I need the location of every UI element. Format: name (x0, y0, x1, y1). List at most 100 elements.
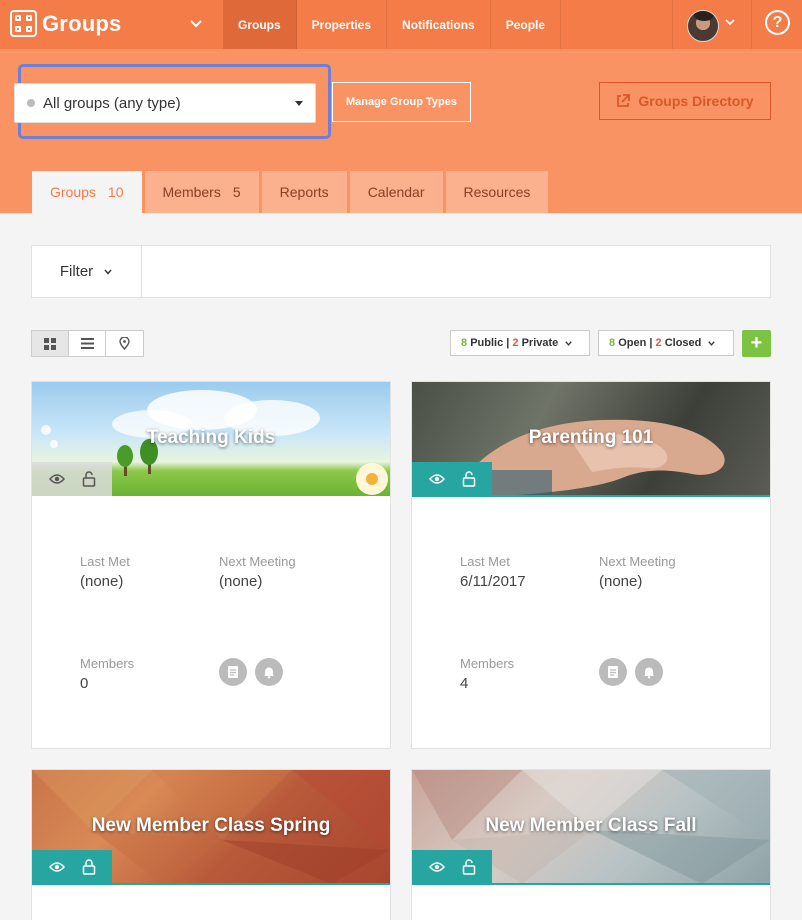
tab-label: Reports (279, 184, 329, 200)
unlock-icon (462, 859, 475, 875)
members-label: Members (460, 656, 515, 671)
list-icon (80, 338, 94, 349)
next-meeting-label: Next Meeting (599, 554, 676, 569)
chevron-down-icon (708, 340, 716, 346)
section-tabs: Groups 10 Members 5 Reports Calendar Res… (32, 171, 549, 213)
caret-down-icon (295, 101, 303, 106)
group-cover-image: New Member Class Fall (412, 770, 770, 884)
group-cover-image: Teaching Kids (32, 382, 390, 496)
tab-label: Groups (50, 184, 96, 200)
view-toggle (31, 330, 144, 357)
nav-notifications[interactable]: Notifications (387, 0, 491, 49)
eye-icon (48, 862, 65, 872)
members-label: Members (80, 656, 135, 671)
manage-group-types-button[interactable]: Manage Group Types (332, 82, 471, 122)
grid-view-button[interactable] (32, 331, 69, 356)
filter-label: Filter (59, 263, 94, 280)
notes-icon[interactable] (219, 658, 247, 686)
tab-members[interactable]: Members 5 (144, 171, 259, 213)
eye-icon (48, 474, 65, 484)
group-card-new-member-class-fall[interactable]: New Member Class Fall (411, 769, 771, 920)
closed-count: 2 (655, 337, 662, 349)
nav-properties[interactable]: Properties (297, 0, 388, 49)
groups-directory-button[interactable]: Groups Directory (599, 82, 771, 120)
members-value: 0 (80, 675, 89, 692)
group-type-select-value: All groups (any type) (43, 94, 181, 112)
nav-divider (751, 0, 752, 49)
bell-icon[interactable] (635, 658, 663, 686)
chevron-down-icon (104, 269, 112, 275)
last-met-value: (none) (80, 573, 124, 590)
group-title: Teaching Kids (146, 427, 276, 448)
group-badges (32, 850, 112, 884)
last-met-value: 6/11/2017 (460, 573, 526, 590)
top-navbar: Groups Groups Properties Notifications P… (0, 0, 802, 49)
eye-icon (428, 862, 445, 872)
nav-groups[interactable]: Groups (223, 0, 297, 49)
user-avatar[interactable] (687, 10, 719, 42)
eye-icon (428, 474, 445, 484)
open-label: Open (618, 337, 647, 349)
public-label: Public (470, 337, 504, 349)
members-value: 4 (460, 675, 469, 692)
card-accent-line (412, 883, 770, 885)
map-view-button[interactable] (106, 331, 143, 356)
tab-label: Members (162, 184, 221, 200)
app-logo[interactable]: Groups (10, 10, 121, 37)
private-count: 2 (512, 337, 519, 349)
group-type-select[interactable]: All groups (any type) (14, 83, 316, 123)
filter-input[interactable] (142, 246, 770, 297)
main-nav: Groups Properties Notifications People (223, 0, 562, 49)
chevron-down-icon (565, 340, 572, 346)
group-card-teaching-kids[interactable]: Teaching Kids Last Met (none) Next Meeti… (31, 381, 391, 749)
nav-people[interactable]: People (491, 0, 562, 49)
help-icon[interactable]: ? (765, 10, 790, 35)
public-count: 8 (461, 337, 468, 349)
group-badges (412, 462, 492, 496)
group-cover-image: Parenting 101 (412, 382, 770, 496)
openness-filter-dropdown[interactable]: 8 Open | 2 Closed (598, 330, 734, 356)
nav-divider (672, 0, 673, 49)
tab-groups[interactable]: Groups 10 (32, 171, 142, 213)
app-title: Groups (42, 10, 122, 36)
next-meeting-value: (none) (599, 573, 643, 590)
closed-label: Closed (664, 337, 702, 349)
tab-label: Calendar (367, 184, 425, 200)
last-met-label: Last Met (460, 554, 510, 569)
tab-calendar[interactable]: Calendar (349, 171, 443, 213)
card-accent-line (412, 495, 770, 497)
grid-icon (44, 337, 56, 350)
next-meeting-value: (none) (219, 573, 263, 590)
group-badges (32, 462, 112, 496)
app-switcher-chevron-icon[interactable] (189, 17, 203, 31)
unlock-icon (82, 471, 95, 487)
group-title: New Member Class Fall (485, 815, 697, 836)
lock-icon (82, 859, 95, 875)
tab-label: Resources (463, 184, 531, 200)
tab-resources[interactable]: Resources (445, 171, 549, 213)
filter-bar: Filter (31, 245, 771, 298)
group-title: New Member Class Spring (91, 815, 331, 836)
groups-logo-icon (10, 10, 37, 37)
bell-icon[interactable] (255, 658, 283, 686)
group-card-new-member-class-spring[interactable]: New Member Class Spring (31, 769, 391, 920)
tab-count: 10 (107, 184, 124, 200)
group-card-parenting-101[interactable]: Parenting 101 Last Met 6/11/2017 Next Me… (411, 381, 771, 749)
card-accent-line (32, 883, 390, 885)
list-view-button[interactable] (69, 331, 106, 356)
map-pin-icon (119, 337, 130, 350)
tab-count: 5 (232, 184, 241, 200)
last-met-label: Last Met (80, 554, 130, 569)
user-menu-chevron-icon[interactable] (724, 16, 736, 28)
open-count: 8 (609, 337, 616, 349)
filter-dropdown-button[interactable]: Filter (32, 246, 142, 297)
next-meeting-label: Next Meeting (219, 554, 296, 569)
privacy-filter-dropdown[interactable]: 8 Public | 2 Private (450, 330, 590, 356)
external-link-icon (617, 94, 631, 107)
add-group-button[interactable]: + (742, 330, 771, 357)
notes-icon[interactable] (599, 658, 627, 686)
group-badges (412, 850, 492, 884)
unlock-icon (462, 471, 475, 487)
tab-reports[interactable]: Reports (261, 171, 347, 213)
status-dot-icon (27, 99, 35, 107)
